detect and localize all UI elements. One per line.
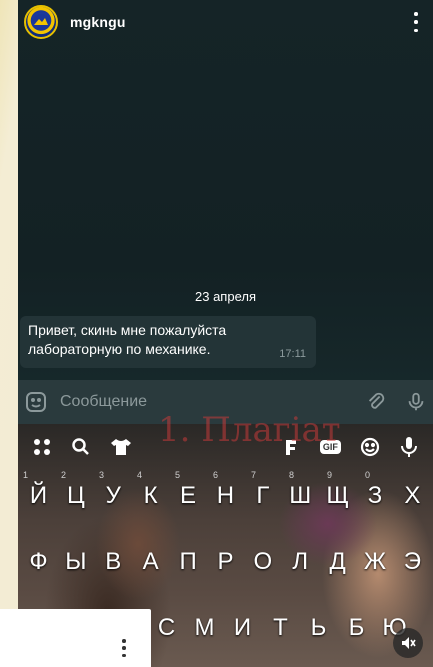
key[interactable]: И <box>224 614 261 642</box>
apps-icon[interactable] <box>28 433 56 461</box>
key[interactable]: Л <box>282 548 319 576</box>
digit-hint: 9 <box>327 470 333 480</box>
key[interactable]: Т <box>262 614 299 642</box>
digit-hint: 2 <box>61 470 67 480</box>
digit-hint: 8 <box>289 470 295 480</box>
digit-hint: 4 <box>137 470 143 480</box>
keyboard-row-1: Й Ц У К Е Н Г Ш Щ З Х <box>18 482 433 510</box>
voice-input-icon[interactable] <box>395 433 423 461</box>
digit-hint: 0 <box>365 470 371 480</box>
message-text-line-1: Привет, скинь мне пожалуйста <box>28 322 227 338</box>
screen: mgkngu 23 апреля Привет, скинь мне пожал… <box>0 0 433 667</box>
key[interactable]: Э <box>394 548 431 576</box>
key[interactable]: Ц <box>57 482 94 510</box>
top-bar: mgkngu <box>18 0 433 44</box>
key[interactable]: Й <box>20 482 57 510</box>
message-input[interactable]: Сообщение <box>60 393 365 411</box>
search-icon[interactable] <box>67 433 95 461</box>
chat-screen: mgkngu 23 апреля Привет, скинь мне пожал… <box>18 0 433 667</box>
key[interactable]: Б <box>338 614 375 642</box>
key[interactable]: Д <box>319 548 356 576</box>
key[interactable]: П <box>170 548 207 576</box>
popup-more-icon[interactable] <box>121 639 127 657</box>
attach-icon[interactable] <box>365 391 387 413</box>
emoji-icon[interactable] <box>356 433 384 461</box>
key[interactable]: Ф <box>20 548 57 576</box>
key[interactable]: Х <box>394 482 431 510</box>
digit-hint: 6 <box>213 470 219 480</box>
digit-hint: 5 <box>175 470 181 480</box>
key[interactable]: Ь <box>300 614 337 642</box>
digit-hint: 3 <box>99 470 105 480</box>
key[interactable]: У <box>95 482 132 510</box>
key[interactable]: Е <box>170 482 207 510</box>
date-separator: 23 апреля <box>195 289 256 304</box>
keyboard-row-2: Ф Ы В А П Р О Л Д Ж Э <box>18 548 433 576</box>
digit-hint: 7 <box>251 470 257 480</box>
digit-hints: 1 2 3 4 5 6 7 8 9 0 <box>18 470 433 482</box>
avatar[interactable] <box>24 5 58 39</box>
overlay-caption: 1. Плагіат <box>158 410 341 450</box>
key[interactable]: Ы <box>57 548 94 576</box>
digit-hint: 1 <box>23 470 29 480</box>
key[interactable]: А <box>132 548 169 576</box>
message-time: 17:11 <box>279 348 306 360</box>
key[interactable]: О <box>244 548 281 576</box>
key[interactable]: Щ <box>319 482 356 510</box>
key[interactable]: К <box>132 482 169 510</box>
more-options-icon[interactable] <box>413 12 419 32</box>
mic-icon[interactable] <box>405 391 427 413</box>
speaker-muted-icon <box>402 637 416 649</box>
username[interactable]: mgkngu <box>70 14 126 30</box>
sticker-icon[interactable] <box>24 390 48 414</box>
key[interactable]: Ж <box>357 548 394 576</box>
key[interactable]: Р <box>207 548 244 576</box>
key[interactable]: Г <box>244 482 281 510</box>
mute-button[interactable] <box>393 628 423 658</box>
key[interactable]: Н <box>207 482 244 510</box>
overlay-popup <box>0 609 151 667</box>
shirt-icon[interactable] <box>107 433 135 461</box>
key[interactable]: С <box>148 614 185 642</box>
key[interactable]: З <box>357 482 394 510</box>
message-text-line-2: лабораторную по механике. <box>28 341 211 357</box>
message-bubble[interactable]: Привет, скинь мне пожалуйста лабораторну… <box>20 316 316 368</box>
key[interactable]: М <box>186 614 223 642</box>
key[interactable]: Ш <box>282 482 319 510</box>
key[interactable]: В <box>95 548 132 576</box>
logo-icon <box>33 14 49 30</box>
